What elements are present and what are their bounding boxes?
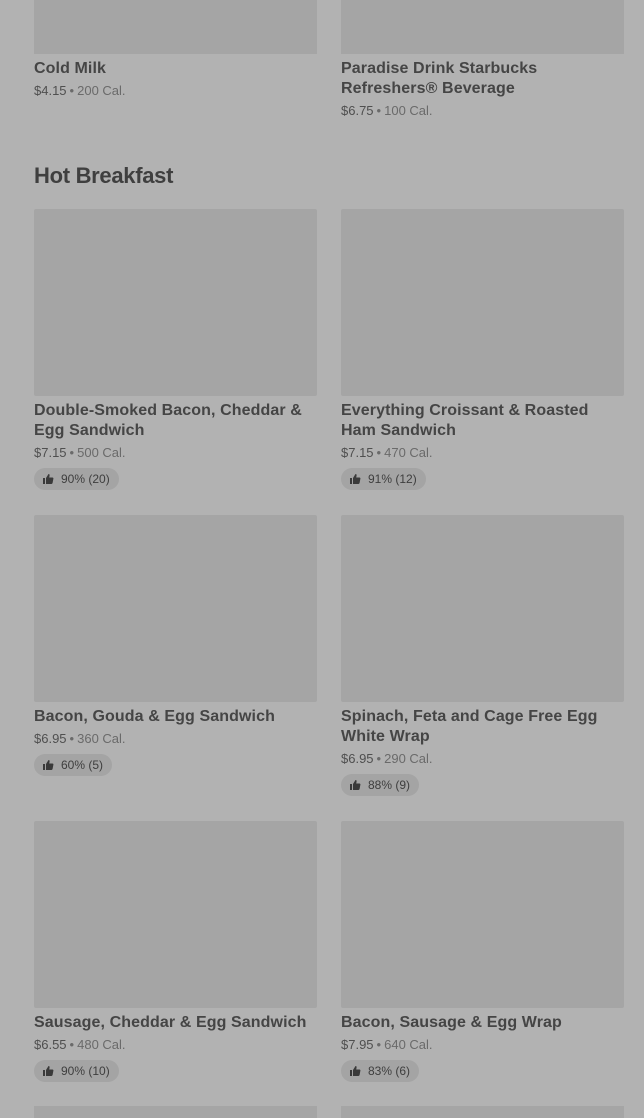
item-price: $6.75 xyxy=(341,103,374,118)
meta-separator: • xyxy=(376,751,382,766)
rating-badge: 60% (5) xyxy=(34,754,113,776)
menu-item-card[interactable]: Double-Smoked Bacon, Cheddar & Egg Sandw… xyxy=(34,209,317,490)
thumbs-up-icon xyxy=(43,760,54,770)
meta-separator: • xyxy=(69,83,75,98)
item-image xyxy=(34,515,317,702)
item-image[interactable] xyxy=(341,1106,624,1118)
menu-item-card[interactable]: Bacon, Gouda & Egg Sandwich $6.95 • 360 Ca… xyxy=(34,515,317,776)
rating-badge: 88% (9) xyxy=(341,774,420,796)
item-price: $4.15 xyxy=(34,83,67,98)
item-meta: $6.95 • 290 Cal. xyxy=(341,750,624,767)
meta-separator: • xyxy=(69,445,75,460)
item-calories: 200 Cal. xyxy=(77,83,126,98)
item-calories: 470 Cal. xyxy=(384,445,433,460)
rating-text: 60% (5) xyxy=(61,758,104,772)
thumbs-up-icon xyxy=(350,474,361,484)
meta-separator: • xyxy=(376,445,382,460)
item-price: $7.15 xyxy=(34,445,67,460)
rating-text: 90% (20) xyxy=(61,472,110,486)
item-calories: 480 Cal. xyxy=(77,1037,126,1052)
item-image xyxy=(34,209,317,396)
menu-item-card[interactable]: Spinach, Feta and Cage Free Egg White Wr… xyxy=(341,515,624,796)
item-calories: 360 Cal. xyxy=(77,731,126,746)
rating-badge: 91% (12) xyxy=(341,468,426,490)
item-calories: 500 Cal. xyxy=(77,445,126,460)
section-title: Hot Breakfast xyxy=(34,163,174,188)
item-meta: $7.95 • 640 Cal. xyxy=(341,1036,624,1053)
item-meta: $6.55 • 480 Cal. xyxy=(34,1036,317,1053)
thumbs-up-icon xyxy=(43,1066,54,1076)
meta-separator: • xyxy=(69,1037,75,1052)
item-calories: 100 Cal. xyxy=(384,103,433,118)
item-calories: 290 Cal. xyxy=(384,751,433,766)
thumbs-up-icon xyxy=(43,474,54,484)
item-name: Everything Croissant & Roasted Ham Sandw… xyxy=(341,402,589,439)
menu-item-card[interactable]: Sausage, Cheddar & Egg Sandwich $6.55 • 48… xyxy=(34,821,317,1082)
menu-item-card[interactable]: Everything Croissant & Roasted Ham Sandw… xyxy=(341,209,624,490)
rating-text: 90% (10) xyxy=(61,1064,110,1078)
item-name: Paradise Drink Starbucks Refreshers® Bev… xyxy=(341,60,538,97)
rating-badge: 90% (10) xyxy=(34,1060,119,1082)
meta-separator: • xyxy=(376,103,382,118)
item-calories: 640 Cal. xyxy=(384,1037,433,1052)
item-meta: $7.15 • 470 Cal. xyxy=(341,444,624,461)
meta-separator: • xyxy=(376,1037,382,1052)
item-name: Bacon, Sausage & Egg Wrap xyxy=(341,1014,562,1031)
rating-badge: 83% (6) xyxy=(341,1060,420,1082)
item-price: $6.55 xyxy=(34,1037,67,1052)
item-price: $6.95 xyxy=(34,731,67,746)
item-name: Sausage, Cheddar & Egg Sandwich xyxy=(34,1014,307,1031)
item-meta: $7.15 • 500 Cal. xyxy=(34,444,317,461)
rating-text: 83% (6) xyxy=(368,1064,411,1078)
item-name: Cold Milk xyxy=(34,60,107,77)
meta-separator: • xyxy=(69,731,75,746)
item-meta: $6.95 • 360 Cal. xyxy=(34,730,317,747)
item-name: Double-Smoked Bacon, Cheddar & Egg Sandw… xyxy=(34,402,302,439)
item-price: $7.95 xyxy=(341,1037,374,1052)
item-name: Bacon, Gouda & Egg Sandwich xyxy=(34,708,275,725)
item-image xyxy=(34,821,317,1008)
item-meta: $4.15 • 200 Cal. xyxy=(34,82,317,99)
item-image xyxy=(341,209,624,396)
item-price: $6.95 xyxy=(341,751,374,766)
item-image[interactable] xyxy=(34,1106,317,1118)
thumbs-up-icon xyxy=(350,780,361,790)
rating-text: 88% (9) xyxy=(368,778,411,792)
item-name: Spinach, Feta and Cage Free Egg White Wr… xyxy=(341,708,598,745)
item-image xyxy=(341,0,624,54)
item-meta: $6.75 • 100 Cal. xyxy=(341,102,624,119)
menu-item-card[interactable]: Bacon, Sausage & Egg Wrap $7.95 • 640 Cal.… xyxy=(341,821,624,1082)
rating-text: 91% (12) xyxy=(368,472,417,486)
item-price: $7.15 xyxy=(341,445,374,460)
item-image xyxy=(34,0,317,54)
rating-badge: 90% (20) xyxy=(34,468,119,490)
item-image xyxy=(341,821,624,1008)
menu-item-card[interactable]: Cold Milk $4.15 • 200 Cal. xyxy=(34,0,317,99)
thumbs-up-icon xyxy=(350,1066,361,1076)
menu-item-card[interactable]: Paradise Drink Starbucks Refreshers® Bev… xyxy=(341,0,624,119)
item-image xyxy=(341,515,624,702)
